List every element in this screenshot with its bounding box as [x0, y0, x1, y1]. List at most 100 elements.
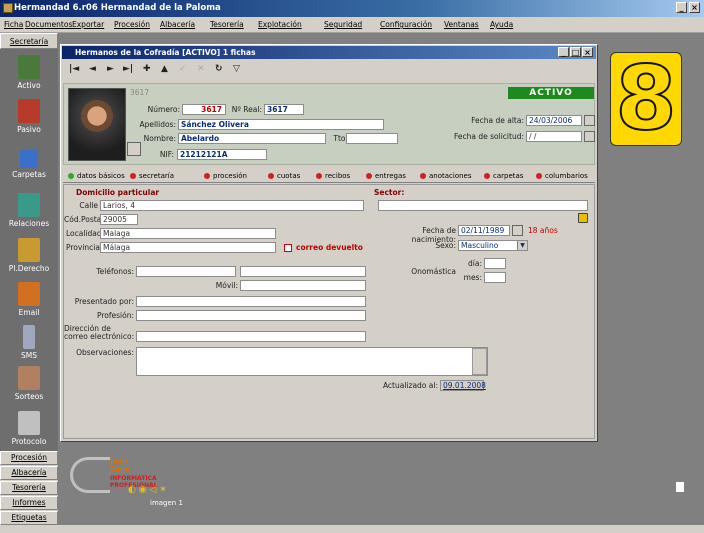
last-record-button[interactable]: ►| [123, 64, 133, 74]
sidebar-item-sorteos[interactable]: Sorteos [0, 366, 58, 401]
sidebar-item-relaciones[interactable]: Relaciones [0, 193, 58, 228]
member-header: 3617 Número: 3617 Nº Real: 3617 Apellido… [63, 83, 595, 165]
next-record-button[interactable]: ► [107, 64, 114, 74]
status-dot-icon [536, 173, 542, 179]
sidebar-item-carpetas[interactable]: Carpetas [0, 150, 58, 179]
fecha-alta-calendar-icon[interactable] [584, 115, 595, 126]
window-minimize-button[interactable]: _ [558, 47, 569, 57]
photo-user-icon[interactable] [127, 142, 141, 156]
sidebar-item-pasivo[interactable]: Pasivo [0, 99, 58, 134]
sidebar-item-label: Activo [17, 81, 41, 90]
fecha-solicitud-field[interactable]: / / [526, 131, 582, 142]
sidebar-item-email[interactable]: Email [0, 282, 58, 317]
telefono1-field[interactable] [136, 266, 236, 277]
refresh-button[interactable]: ↻ [215, 64, 223, 74]
up-button[interactable]: ▲ [161, 64, 168, 74]
window-close-button[interactable]: × [582, 47, 593, 57]
fecha-alta-field[interactable]: 24/03/2006 [526, 115, 582, 126]
window-restore-button[interactable]: □ [570, 47, 581, 57]
menu-procesion[interactable]: Procesión [114, 20, 150, 29]
tab-cuotas[interactable]: cuotas [267, 170, 300, 183]
menu-explotacion[interactable]: Explotación [258, 20, 302, 29]
correo-devuelto-checkbox[interactable] [284, 244, 292, 252]
nav-informes[interactable]: Informes [0, 496, 58, 510]
prev-record-button[interactable]: ◄ [89, 64, 96, 74]
sidebar-item-label: Email [18, 308, 40, 317]
sidebar-item-label: Protocolo [11, 437, 47, 446]
sector-title: Sector: [374, 188, 405, 197]
logo-mark [70, 457, 110, 493]
record-id: 3617 [130, 88, 150, 97]
fnac-field[interactable]: 02/11/1989 [458, 225, 510, 236]
tab-datos-basicos[interactable]: datos básicos [67, 170, 125, 183]
dia-field[interactable] [484, 258, 506, 269]
profesion-field[interactable] [136, 310, 366, 321]
close-button[interactable]: × [689, 2, 700, 13]
email-field[interactable] [136, 331, 366, 342]
nombre-field[interactable]: Abelardo [178, 133, 326, 144]
nav-procesion[interactable]: Procesión [0, 451, 58, 465]
movil-field[interactable] [240, 280, 366, 291]
minimize-button[interactable]: _ [676, 2, 687, 13]
warning-icon[interactable] [578, 213, 588, 223]
numero-field[interactable]: 3617 [182, 104, 226, 115]
tab-entregas[interactable]: entregas [365, 170, 406, 183]
observaciones-label: Observaciones: [76, 348, 134, 357]
menu-documentos[interactable]: Documentos [25, 20, 72, 29]
menu-albaceria[interactable]: Albacería [160, 20, 195, 29]
nav-etiquetas[interactable]: Etiquetas [0, 511, 58, 525]
menu-bar: Ficha Documentos Exportar Procesión Alba… [0, 17, 704, 33]
sidebar-item-sms[interactable]: SMS [0, 325, 58, 360]
presentado-field[interactable] [136, 296, 366, 307]
menu-seguridad[interactable]: Seguridad [324, 20, 362, 29]
exit-door-icon[interactable] [676, 482, 684, 492]
tab-secretaria[interactable]: secretaría [129, 170, 174, 183]
sidebar-header-secretaria[interactable]: Secretaría [0, 33, 58, 49]
menu-ventanas[interactable]: Ventanas [444, 20, 479, 29]
confirm-button[interactable]: ✓ [179, 64, 187, 74]
nav-albaceria[interactable]: Albacería [0, 466, 58, 480]
menu-configuracion[interactable]: Configuración [380, 20, 432, 29]
calle-field[interactable]: Larios, 4 [100, 200, 364, 211]
cp-field[interactable]: 29005 [100, 214, 138, 225]
add-record-button[interactable]: ✚ [143, 64, 151, 74]
sidebar-item-pl-derecho[interactable]: Pl.Derecho [0, 238, 58, 273]
tto-field[interactable] [346, 133, 398, 144]
first-record-button[interactable]: |◄ [69, 64, 79, 74]
member-photo [68, 88, 126, 161]
nreal-field[interactable]: 3617 [264, 104, 304, 115]
apellidos-field[interactable]: Sánchez Olivera [178, 119, 384, 130]
tab-procesion[interactable]: procesión [203, 170, 247, 183]
tab-label: anotaciones [429, 172, 472, 180]
tab-carpetas[interactable]: carpetas [483, 170, 523, 183]
menu-ficha[interactable]: Ficha [4, 20, 23, 29]
filter-button[interactable]: ▽ [233, 64, 240, 74]
observaciones-textarea[interactable] [136, 347, 488, 376]
observaciones-scrollbar[interactable] [472, 348, 487, 375]
nombre-label: Nombre: [143, 134, 176, 143]
sidebar-item-activo[interactable]: Activo [0, 55, 58, 90]
menu-exportar[interactable]: Exportar [72, 20, 104, 29]
menu-ayuda[interactable]: Ayuda [490, 20, 513, 29]
provincia-field[interactable]: Málaga [100, 242, 276, 253]
telefono2-field[interactable] [240, 266, 366, 277]
sector-field[interactable] [378, 200, 588, 211]
cancel-button[interactable]: ✕ [197, 64, 205, 74]
company-logo: Juan Cano INFORMÁTICA PROFESIONAL ◐ ◉ ◁ … [70, 455, 200, 510]
localidad-field[interactable]: Malaga [100, 228, 276, 239]
nif-field[interactable]: 21212121A [177, 149, 267, 160]
menu-tesoreria[interactable]: Tesorería [210, 20, 244, 29]
calle-label: Calle [79, 201, 98, 210]
tab-anotaciones[interactable]: anotaciones [419, 170, 472, 183]
tab-recibos[interactable]: recibos [315, 170, 350, 183]
mes-field[interactable] [484, 272, 506, 283]
nav-tesoreria[interactable]: Tesorería [0, 481, 58, 495]
fnac-calendar-icon[interactable] [512, 225, 523, 236]
sidebar-item-label: Pl.Derecho [8, 264, 50, 273]
sidebar-item-label: Pasivo [17, 125, 41, 134]
sexo-select[interactable]: Masculino ▼ [458, 240, 528, 251]
tab-columbarios[interactable]: columbarios [535, 170, 588, 183]
status-dot-icon [366, 173, 372, 179]
fecha-solicitud-calendar-icon[interactable] [584, 131, 595, 142]
sidebar-item-protocolo[interactable]: Protocolo [0, 411, 58, 446]
